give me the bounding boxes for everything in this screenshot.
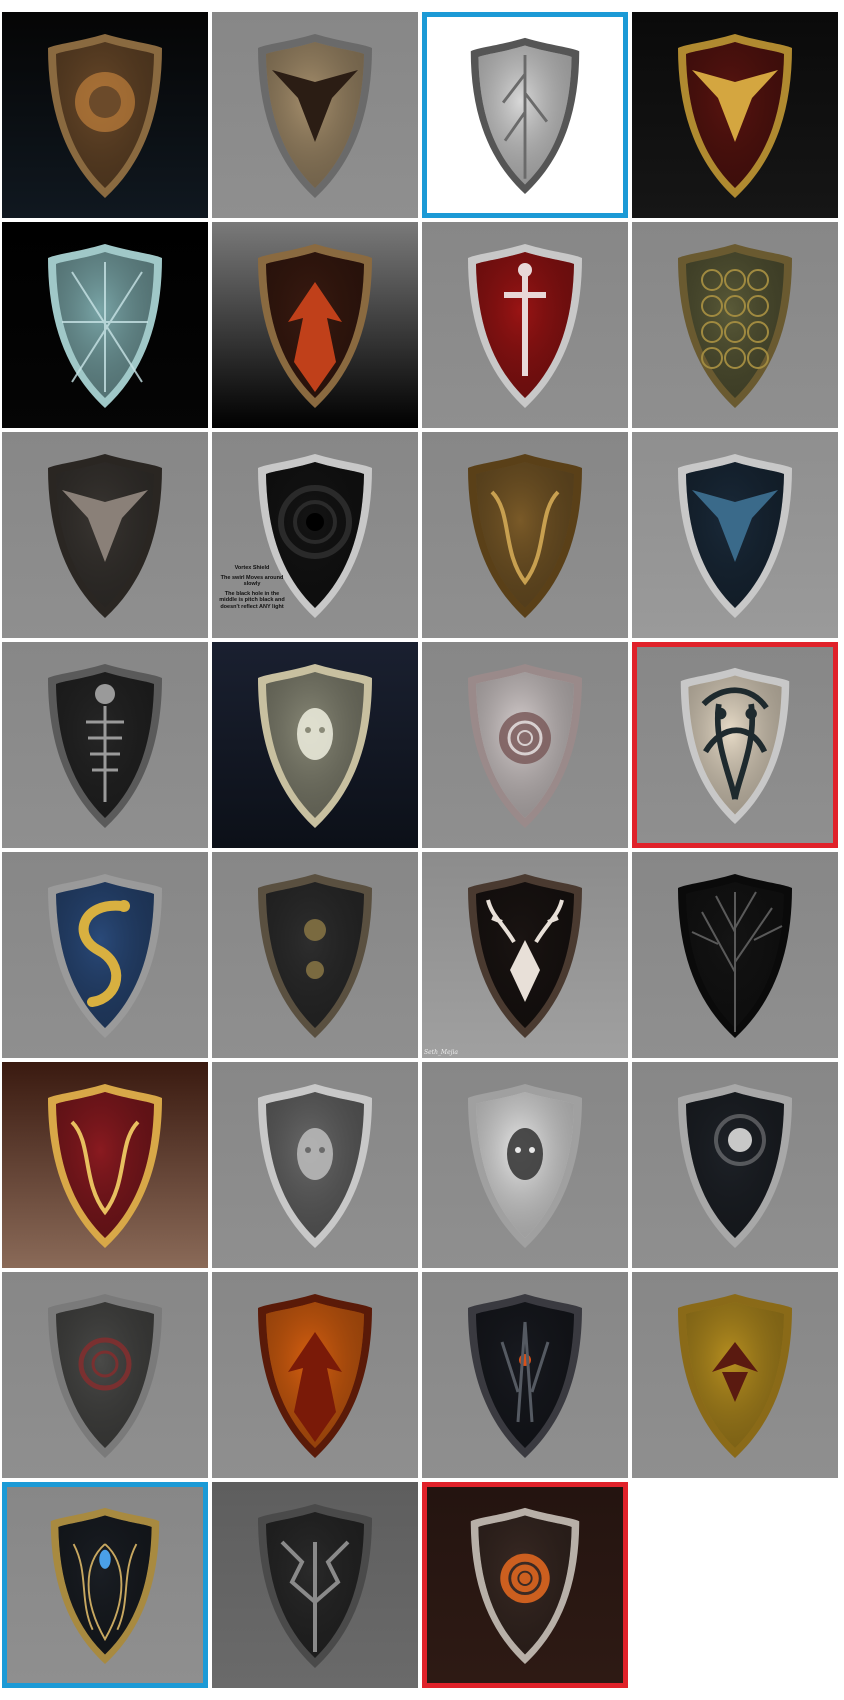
rose-icon: [499, 712, 551, 764]
shield-tile-turtle-shell-shield[interactable]: [632, 222, 838, 428]
maiden-icon: [507, 1128, 543, 1180]
shield-tile-red-sword-shield[interactable]: [422, 222, 628, 428]
shield-tile-fire-rose-shield[interactable]: [422, 1482, 628, 1688]
caption-title: Vortex Shield: [234, 565, 270, 571]
shield-tile-ember-core-shield[interactable]: [422, 1272, 628, 1478]
shield-tile-vortex-shield[interactable]: Vortex Shield The swirl Moves around slow…: [212, 432, 418, 638]
shield-tile-ash-ring-shield[interactable]: [2, 1272, 208, 1478]
shield-image: [212, 1062, 418, 1268]
shield-tile-gold-leaf-shield[interactable]: [632, 1272, 838, 1478]
artist-signature: Seth_Mejia: [424, 1049, 458, 1056]
lion-icon: [75, 72, 135, 132]
shield-tile-dragon-sigil-shield[interactable]: [212, 12, 418, 218]
rose-icon: [500, 1553, 550, 1604]
shield-image: [422, 852, 628, 1058]
caption-line: The black hole in the middle is pitch bl…: [219, 590, 285, 610]
shield-image: [2, 1272, 208, 1478]
shield-tile-white-feather-shield[interactable]: [422, 12, 628, 218]
shield-image: [632, 432, 838, 638]
shield-image: [2, 852, 208, 1058]
shield-tile-stag-shield[interactable]: Seth_Mejia: [422, 852, 628, 1058]
shield-tile-skeleton-shield[interactable]: [2, 642, 208, 848]
shield-tile-frost-shield[interactable]: [2, 222, 208, 428]
shield-image: [212, 642, 418, 848]
shield-tile-black-spikes-shield[interactable]: [212, 1482, 418, 1688]
shield-tile-celtic-knot-shield[interactable]: [632, 642, 838, 848]
shield-image: [422, 432, 628, 638]
caption-line: The swirl Moves around slowly: [220, 574, 284, 588]
shield-tile-bronze-ornate-shield[interactable]: [422, 432, 628, 638]
shield-image: [632, 1062, 838, 1268]
shield-tile-raven-blue-shield[interactable]: [632, 432, 838, 638]
shield-tile-fire-scale-shield[interactable]: [212, 222, 418, 428]
shield-image: [422, 1062, 628, 1268]
shield-image: [427, 1487, 623, 1683]
shield-image: [212, 222, 418, 428]
shield-image: [632, 12, 838, 218]
shield-image: [2, 12, 208, 218]
shield-tile-sapphire-filigree-shield[interactable]: [2, 1482, 208, 1688]
shield-tile-golden-serpent-shield[interactable]: [2, 852, 208, 1058]
shield-tile-demon-face-shield[interactable]: [212, 1062, 418, 1268]
shield-image: [422, 222, 628, 428]
shield-tile-bird-mask-shield[interactable]: [2, 432, 208, 638]
shield-tile-twin-sun-shield[interactable]: [212, 852, 418, 1058]
shield-tile-flame-orange-shield[interactable]: [212, 1272, 418, 1478]
shield-image: [212, 1272, 418, 1478]
shield-image: [632, 852, 838, 1058]
shield-image: [637, 647, 833, 843]
shield-image: [632, 222, 838, 428]
shield-image: [2, 1062, 208, 1268]
shield-tile-crimson-gold-shield[interactable]: [2, 1062, 208, 1268]
face-icon: [297, 708, 333, 760]
shield-image: [2, 432, 208, 638]
shield-tile-moon-orb-shield[interactable]: [632, 1062, 838, 1268]
shield-caption: Vortex Shield The swirl Moves around slow…: [217, 565, 287, 613]
shield-image: [422, 1272, 628, 1478]
shield-image-grid: Vortex Shield The swirl Moves around slow…: [0, 0, 844, 1700]
shield-image: [2, 642, 208, 848]
shield-image: [7, 1487, 203, 1683]
demon-icon: [297, 1128, 333, 1180]
shield-tile-lion-shield[interactable]: [2, 12, 208, 218]
shield-image: [422, 642, 628, 848]
shield-tile-golden-dragon-shield[interactable]: [632, 12, 838, 218]
shield-tile-white-rose-shield[interactable]: [422, 642, 628, 848]
shield-image: [2, 222, 208, 428]
shield-tile-silver-face-shield[interactable]: [212, 642, 418, 848]
shield-image: [212, 1482, 418, 1688]
shield-tile-maiden-shield[interactable]: [422, 1062, 628, 1268]
shield-image: [212, 852, 418, 1058]
shield-image: [632, 1272, 838, 1478]
shield-image: [427, 17, 623, 213]
shield-tile-dark-branches-shield[interactable]: [632, 852, 838, 1058]
shield-image: [212, 12, 418, 218]
